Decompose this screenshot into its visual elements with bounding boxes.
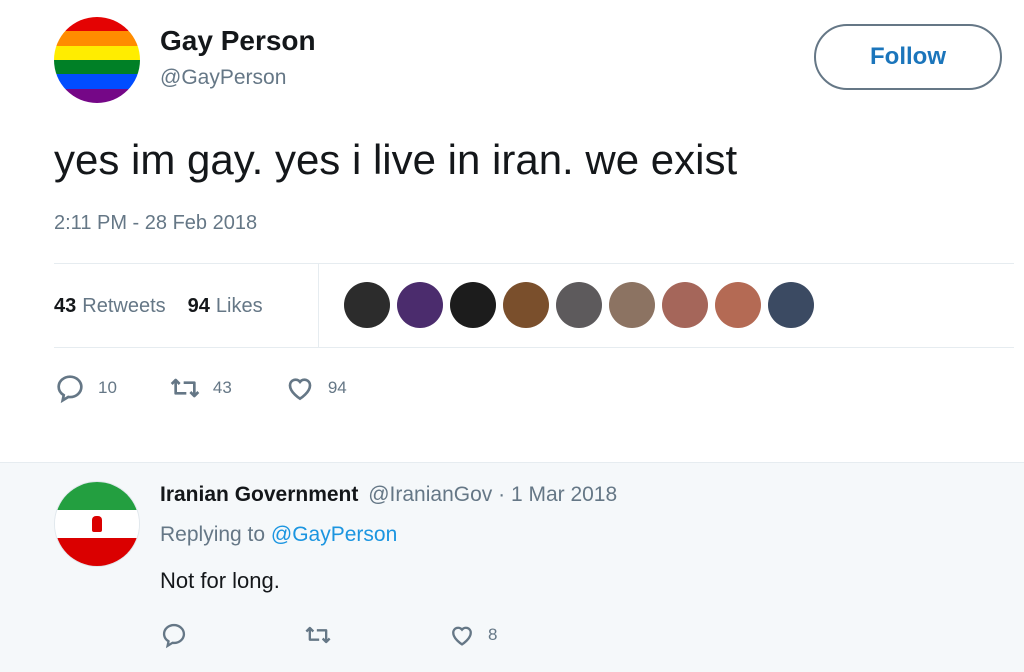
liker-avatar[interactable] (662, 282, 708, 328)
liker-avatars (344, 282, 821, 328)
liker-avatar[interactable] (556, 282, 602, 328)
replying-handle-link[interactable]: @GayPerson (271, 523, 397, 546)
reply-text: Not for long. (160, 568, 280, 593)
tweet-timestamp[interactable]: 2:11 PM - 28 Feb 2018 (54, 212, 257, 235)
flag-band (54, 88, 140, 103)
liker-avatar[interactable] (503, 282, 549, 328)
heart-icon (288, 378, 312, 401)
stats-separator (318, 264, 319, 348)
like-action[interactable]: 94 (284, 372, 347, 404)
liker-avatar[interactable] (344, 282, 390, 328)
flag-band (54, 17, 140, 32)
tweet-text: yes im gay. yes i live in iran. we exist (54, 136, 738, 183)
likes-stat[interactable]: 94 Likes (188, 295, 263, 318)
retweets-count: 43 (54, 294, 77, 317)
flag-band (54, 74, 140, 89)
reply-action[interactable]: 10 (54, 372, 117, 404)
retweet-action[interactable] (304, 621, 344, 649)
flag-band-white (55, 509, 139, 539)
divider (54, 347, 1014, 348)
reply-like-count: 8 (488, 625, 498, 644)
heart-icon (452, 626, 472, 646)
retweets-stat[interactable]: 43 Retweets (54, 295, 166, 318)
likes-label: Likes (215, 294, 263, 317)
tweet-actions: 10 43 94 (54, 372, 399, 404)
liker-avatar[interactable] (768, 282, 814, 328)
follow-button[interactable]: Follow (814, 24, 1002, 90)
retweet-icon (305, 626, 331, 644)
liker-avatar[interactable] (715, 282, 761, 328)
liker-avatar[interactable] (397, 282, 443, 328)
flag-band (54, 59, 140, 75)
like-count: 94 (327, 378, 347, 397)
reply-meta[interactable]: @IranianGov · 1 Mar 2018 (368, 483, 617, 506)
reply-action[interactable] (160, 621, 200, 649)
retweets-label: Retweets (82, 294, 166, 317)
reply-count: 10 (98, 378, 117, 397)
like-action[interactable]: 8 (448, 621, 497, 649)
author-handle[interactable]: @GayPerson (160, 66, 286, 90)
retweet-icon (170, 378, 200, 398)
tweet-stats: 43 Retweets 94 Likes (54, 264, 1014, 348)
flag-band-green (55, 482, 139, 510)
replying-to: Replying to @GayPerson (160, 523, 397, 547)
flag-band (54, 45, 140, 60)
retweet-count: 43 (212, 378, 232, 397)
retweet-action[interactable]: 43 (169, 372, 232, 404)
rainbow-flag-avatar[interactable] (54, 17, 140, 103)
reply-display-name[interactable]: Iranian Government (160, 483, 358, 506)
flag-band (54, 31, 140, 46)
reply-header: Iranian Government @IranianGov · 1 Mar 2… (160, 483, 617, 507)
main-tweet: Gay Person @GayPerson Follow yes im gay.… (0, 0, 1024, 462)
author-display-name[interactable]: Gay Person (160, 25, 316, 57)
reply-tweet: Iranian Government @IranianGov · 1 Mar 2… (0, 462, 1024, 672)
replying-prefix: Replying to (160, 523, 266, 546)
reply-actions: 8 (160, 621, 601, 649)
flag-band-red (55, 538, 139, 566)
iran-flag-avatar[interactable] (54, 481, 140, 567)
reply-icon (162, 623, 186, 649)
emblem-icon (92, 515, 102, 532)
liker-avatar[interactable] (450, 282, 496, 328)
likes-count: 94 (187, 294, 210, 317)
liker-avatar[interactable] (609, 282, 655, 328)
reply-icon (57, 375, 83, 404)
